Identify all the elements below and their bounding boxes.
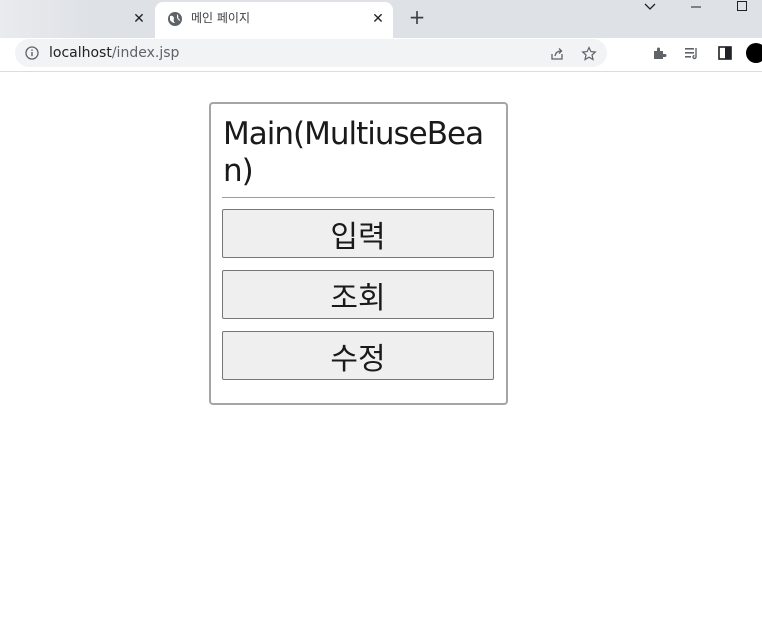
tab-active[interactable]: 메인 페이지 ✕: [155, 2, 393, 38]
tab-strip: ✕ 메인 페이지 ✕ +: [0, 0, 762, 38]
title-divider: [222, 197, 495, 198]
tab-title: 메인 페이지: [191, 11, 251, 25]
minimize-icon[interactable]: [686, 0, 706, 16]
tab-inactive[interactable]: ✕: [0, 0, 156, 38]
url-text[interactable]: localhost/index.jsp: [49, 45, 179, 61]
main-card: Main(MultiuseBean) 입력 조회 수정: [209, 102, 508, 405]
address-bar[interactable]: localhost/index.jsp: [15, 39, 607, 67]
new-tab-button[interactable]: +: [406, 6, 428, 28]
url-path: /index.jsp: [111, 45, 180, 61]
url-host: localhost: [49, 45, 112, 61]
extensions-icon[interactable]: [652, 45, 668, 61]
share-icon[interactable]: [549, 46, 565, 62]
reading-list-icon[interactable]: [684, 45, 700, 61]
tab-search-chevron-icon[interactable]: [640, 0, 660, 16]
profile-avatar[interactable]: [746, 43, 762, 63]
star-icon[interactable]: [581, 46, 597, 62]
browser-toolbar: localhost/index.jsp: [0, 38, 762, 72]
info-icon[interactable]: [25, 46, 39, 60]
globe-icon: [168, 12, 182, 26]
search-button[interactable]: 조회: [222, 270, 494, 319]
side-panel-icon[interactable]: [717, 45, 733, 61]
edit-button[interactable]: 수정: [222, 331, 494, 380]
tab-close-icon[interactable]: ✕: [130, 10, 148, 28]
maximize-icon[interactable]: [732, 0, 752, 16]
tab-close-icon[interactable]: ✕: [369, 10, 387, 28]
page-title: Main(MultiuseBean): [223, 116, 484, 189]
input-button[interactable]: 입력: [222, 209, 494, 258]
